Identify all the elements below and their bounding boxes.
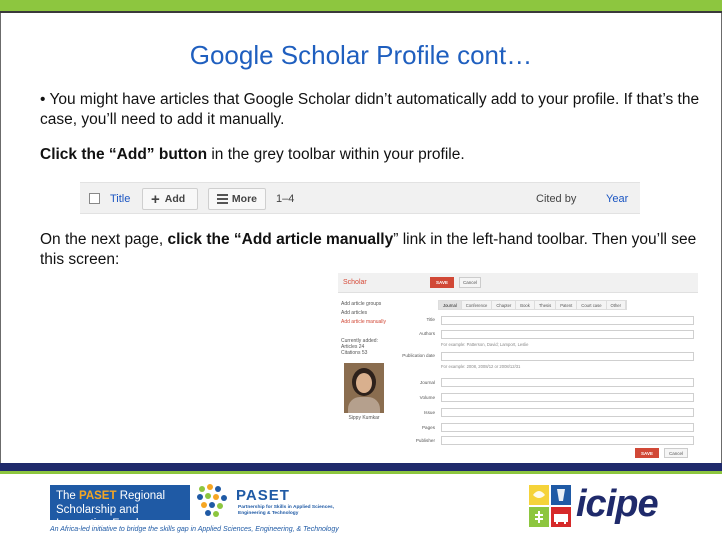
click-add-bold: Click the “Add” button xyxy=(40,146,208,163)
year-sort[interactable]: Year xyxy=(606,183,628,215)
slide-title: Google Scholar Profile cont… xyxy=(189,40,533,70)
select-all-checkbox[interactable] xyxy=(89,193,100,204)
more-button-label: More xyxy=(231,193,257,205)
authors-label: Authors xyxy=(419,331,435,336)
publisher-label: Publisher xyxy=(415,438,435,443)
click-add-instruction: Click the “Add” button in the grey toolb… xyxy=(40,145,700,165)
profile-name: Sippy Kumkar xyxy=(348,415,380,421)
publisher-input[interactable] xyxy=(441,436,694,445)
paset-logo-text: PASET xyxy=(236,487,290,504)
save-button[interactable]: SAVE xyxy=(430,277,454,288)
save-button-bottom[interactable]: SAVE xyxy=(635,448,659,458)
title-sort-link[interactable]: Title xyxy=(110,183,130,215)
add-article-screenshot: Scholar SAVE Cancel Add article groups A… xyxy=(338,273,698,463)
title-label: Title xyxy=(426,317,435,322)
date-hint: For example: 2008, 2008/12 or 2008/12/31 xyxy=(441,364,521,369)
bullet-text: • You might have articles that Google Sc… xyxy=(40,91,700,128)
next-page-pre: On the next page, xyxy=(40,231,168,248)
add-button[interactable]: + Add xyxy=(142,188,198,210)
scholar-brand: Scholar xyxy=(343,279,367,286)
left-sidebar: Add article groups Add articles Add arti… xyxy=(341,301,401,328)
sidebar-item-add-groups[interactable]: Add article groups xyxy=(341,301,401,308)
tab-chapter[interactable]: Chapter xyxy=(492,301,517,309)
icipe-emblem xyxy=(529,485,571,527)
authors-hint: For example: Patterson, David; Lamport, … xyxy=(441,342,529,347)
issue-label: Issue xyxy=(424,410,435,415)
next-page-bold: click the “Add article manually xyxy=(167,231,394,248)
paset-subtitle: Partnership for Skills in Applied Scienc… xyxy=(238,505,335,516)
footer-navy-bar xyxy=(0,463,722,471)
paset-tagline: An Africa-led initiative to bridge the s… xyxy=(50,526,339,533)
issue-input[interactable] xyxy=(441,408,694,417)
click-add-rest: in the grey toolbar within your profile. xyxy=(207,146,465,163)
icipe-logo-text: icipe xyxy=(576,483,659,525)
authors-input[interactable] xyxy=(441,330,694,339)
journal-label: Journal xyxy=(419,380,435,385)
top-accent-bar xyxy=(0,0,722,11)
publication-date-label: Publication date xyxy=(402,353,435,358)
tab-conference[interactable]: Conference xyxy=(462,301,493,309)
tab-journal[interactable]: Journal xyxy=(439,301,462,309)
screenshot-header: Scholar SAVE Cancel xyxy=(338,273,698,293)
tab-court-case[interactable]: Court case xyxy=(577,301,607,309)
paset-dots-logo xyxy=(197,484,227,517)
volume-input[interactable] xyxy=(441,393,694,402)
scholar-toolbar: Title + Add More 1–4 Cited by Year xyxy=(80,182,640,214)
title-input[interactable] xyxy=(441,316,694,325)
cancel-button-bottom[interactable]: Cancel xyxy=(664,448,688,458)
footer-green-bar xyxy=(0,471,722,474)
more-button[interactable]: More xyxy=(208,188,266,210)
cancel-button[interactable]: Cancel xyxy=(459,277,481,288)
journal-input[interactable] xyxy=(441,378,694,387)
plus-icon: + xyxy=(151,190,160,208)
profile-photo xyxy=(344,363,384,413)
tab-book[interactable]: Book xyxy=(516,301,535,309)
publication-date-input[interactable] xyxy=(441,352,694,361)
tab-thesis[interactable]: Thesis xyxy=(535,301,557,309)
pages-input[interactable] xyxy=(441,423,694,432)
tab-other[interactable]: Other xyxy=(607,301,627,309)
pages-label: Pages xyxy=(421,425,435,430)
result-range: 1–4 xyxy=(276,193,295,205)
article-type-tabs: Journal Conference Chapter Book Thesis P… xyxy=(438,300,628,310)
tab-patent[interactable]: Patent xyxy=(556,301,578,309)
next-page-instruction: On the next page, click the “Add article… xyxy=(40,230,700,270)
paset-highlight: PASET xyxy=(79,490,117,502)
cited-by-sort[interactable]: Cited by xyxy=(536,183,576,215)
volume-label: Volume xyxy=(419,395,435,400)
add-button-label: Add xyxy=(164,193,186,205)
sidebar-item-add-articles[interactable]: Add articles xyxy=(341,310,401,317)
paset-fund-banner: The PASET Regional Scholarship and Innov… xyxy=(50,485,190,530)
menu-icon xyxy=(217,192,228,206)
